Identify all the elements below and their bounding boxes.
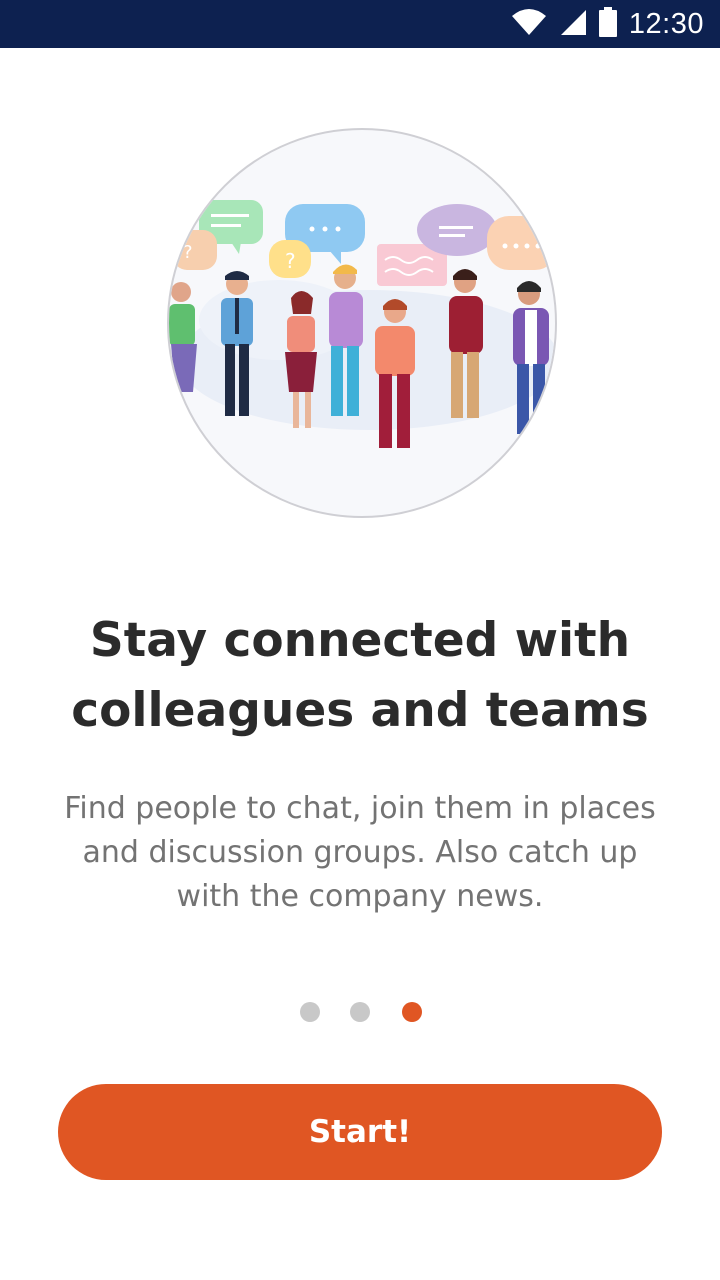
speech-bubble-icon: ? — [269, 240, 311, 278]
speech-bubble-icon: ? — [173, 230, 217, 270]
start-button[interactable]: Start! — [58, 1084, 662, 1180]
headline-line-1: Stay connected with — [89, 613, 631, 668]
onboarding-description: Find people to chat, join them in places… — [50, 787, 670, 919]
description-line-1: Find people to chat, join them in places — [64, 791, 656, 826]
person-figure — [513, 281, 549, 434]
description-line-3: with the company news. — [176, 879, 544, 914]
status-icons: 12:30 — [511, 0, 704, 48]
person-figure — [169, 282, 197, 392]
onboarding-headline: Stay connected with colleagues and teams — [40, 606, 680, 746]
svg-text:?: ? — [285, 249, 296, 273]
status-time: 12:30 — [628, 7, 704, 40]
page-dot-2[interactable] — [350, 1002, 370, 1022]
description-line-2: and discussion groups. Also catch up — [82, 835, 638, 870]
headline-line-2: colleagues and teams — [71, 683, 649, 738]
cellular-signal-icon — [559, 8, 587, 40]
svg-text:?: ? — [183, 242, 193, 263]
people-chatting-illustration: ? ? — [167, 128, 557, 518]
page-indicator — [0, 1002, 720, 1022]
status-bar: 12:30 — [0, 0, 720, 48]
battery-icon — [598, 7, 617, 41]
speech-bubble-icon — [487, 216, 555, 270]
page-dot-3-active[interactable] — [402, 1002, 422, 1022]
wifi-icon — [511, 8, 547, 40]
speech-bubble-icon — [417, 204, 497, 256]
page-dot-1[interactable] — [300, 1002, 320, 1022]
